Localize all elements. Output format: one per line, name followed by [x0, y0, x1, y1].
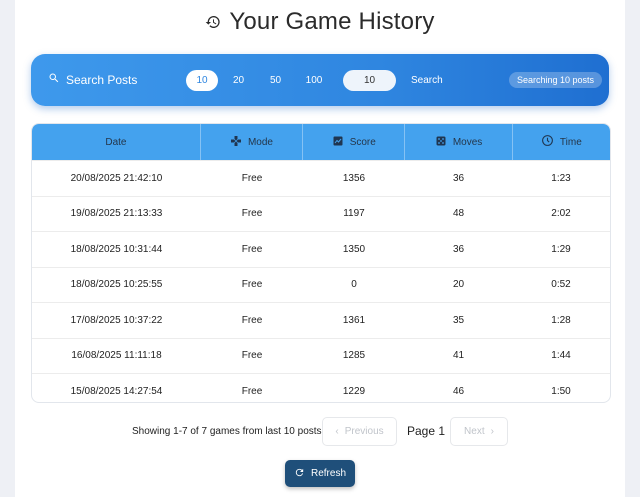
score-icon: [332, 135, 344, 150]
header-mode[interactable]: Mode: [201, 124, 304, 160]
table-row: 16/08/2025 11:11:18 Free 1285 41 1:44: [32, 337, 610, 374]
next-button[interactable]: Next ›: [450, 417, 508, 446]
previous-label: Previous: [344, 426, 384, 437]
cell-date: 20/08/2025 21:42:10: [70, 172, 163, 184]
history-icon: [205, 14, 221, 30]
clock-icon: [541, 134, 554, 150]
header-date[interactable]: Date: [32, 124, 201, 160]
search-button[interactable]: Search: [411, 75, 443, 86]
cell-date: 16/08/2025 11:11:18: [71, 350, 162, 362]
table-row: 18/08/2025 10:25:55 Free 0 20 0:52: [32, 266, 610, 303]
cell-mode: Free: [241, 385, 263, 397]
header-moves[interactable]: Moves: [405, 124, 513, 160]
cell-moves: 35: [452, 314, 465, 326]
cell-time: 1:28: [551, 314, 571, 326]
cell-time: 0:52: [551, 279, 571, 291]
gamepad-icon: [230, 135, 242, 150]
search-icon: [48, 72, 60, 87]
header-mode-label: Mode: [247, 136, 273, 148]
cell-time: 1:23: [551, 172, 571, 184]
cell-date: 19/08/2025 21:13:33: [70, 208, 163, 220]
cell-moves: 36: [452, 172, 465, 184]
cell-mode: Free: [241, 172, 263, 184]
cell-score: 1285: [342, 350, 366, 362]
count-chip-20[interactable]: 20: [226, 70, 251, 91]
header-score[interactable]: Score: [303, 124, 406, 160]
pagination-info: Showing 1-7 of 7 games from last 10 post…: [132, 426, 322, 437]
cell-moves: 46: [452, 385, 465, 397]
header-moves-label: Moves: [452, 136, 483, 148]
cell-date: 18/08/2025 10:25:55: [70, 279, 163, 291]
cell-score: 1356: [342, 172, 366, 184]
refresh-icon: [294, 467, 305, 481]
cell-score: 1361: [342, 314, 366, 326]
table-row: 18/08/2025 10:31:44 Free 1350 36 1:29: [32, 231, 610, 267]
status-badge: Searching 10 posts: [509, 72, 603, 88]
page-indicator: Page 1: [407, 424, 446, 438]
cell-moves: 48: [452, 208, 465, 220]
header-date-label: Date: [105, 136, 127, 148]
cell-time: 2:02: [551, 208, 571, 220]
page-header: Your Game History: [0, 8, 640, 36]
cell-date: 17/08/2025 10:37:22: [70, 314, 163, 326]
table-row: 19/08/2025 21:13:33 Free 1197 48 2:02: [32, 195, 610, 232]
cell-mode: Free: [241, 208, 263, 220]
count-chip-100[interactable]: 100: [299, 70, 329, 91]
page-title: Your Game History: [229, 8, 435, 35]
refresh-label: Refresh: [310, 468, 346, 479]
history-table: Date Mode Score Moves Time 20/08/2025 21…: [31, 123, 611, 403]
header-time[interactable]: Time: [513, 124, 610, 160]
chevron-left-icon: ‹: [335, 426, 339, 437]
cell-time: 1:44: [551, 350, 571, 362]
count-chip-50[interactable]: 50: [263, 70, 288, 91]
cell-mode: Free: [241, 279, 263, 291]
search-bar: Search Posts 10 20 50 100 10 Search Sear…: [31, 54, 609, 106]
cell-date: 18/08/2025 10:31:44: [70, 243, 163, 255]
cell-mode: Free: [241, 350, 263, 362]
previous-button[interactable]: ‹ Previous: [322, 417, 397, 446]
table-row: 20/08/2025 21:42:10 Free 1356 36 1:23: [32, 160, 610, 196]
cell-score: 0: [351, 279, 357, 291]
chevron-right-icon: ›: [490, 426, 494, 437]
count-chip-10[interactable]: 10: [186, 70, 218, 91]
cell-score: 1350: [342, 243, 366, 255]
table-header: Date Mode Score Moves Time: [32, 124, 610, 160]
cell-mode: Free: [241, 243, 263, 255]
dice-icon: [435, 135, 447, 150]
next-label: Next: [464, 426, 485, 437]
cell-mode: Free: [241, 314, 263, 326]
cell-moves: 41: [452, 350, 465, 362]
table-row: 17/08/2025 10:37:22 Free 1361 35 1:28: [32, 302, 610, 338]
cell-moves: 36: [452, 243, 465, 255]
cell-score: 1197: [343, 208, 365, 220]
table-row: 15/08/2025 14:27:54 Free 1229 46 1:50: [32, 373, 610, 402]
search-label: Search Posts: [66, 72, 138, 87]
cell-date: 15/08/2025 14:27:54: [70, 385, 163, 397]
search-label-group: Search Posts: [48, 72, 137, 87]
post-count-input[interactable]: 10: [343, 70, 396, 91]
cell-time: 1:50: [551, 385, 571, 397]
cell-score: 1229: [342, 385, 366, 397]
header-score-label: Score: [349, 136, 376, 148]
header-time-label: Time: [559, 136, 582, 148]
cell-moves: 20: [452, 279, 465, 291]
cell-time: 1:29: [551, 243, 571, 255]
refresh-button[interactable]: Refresh: [285, 460, 355, 487]
